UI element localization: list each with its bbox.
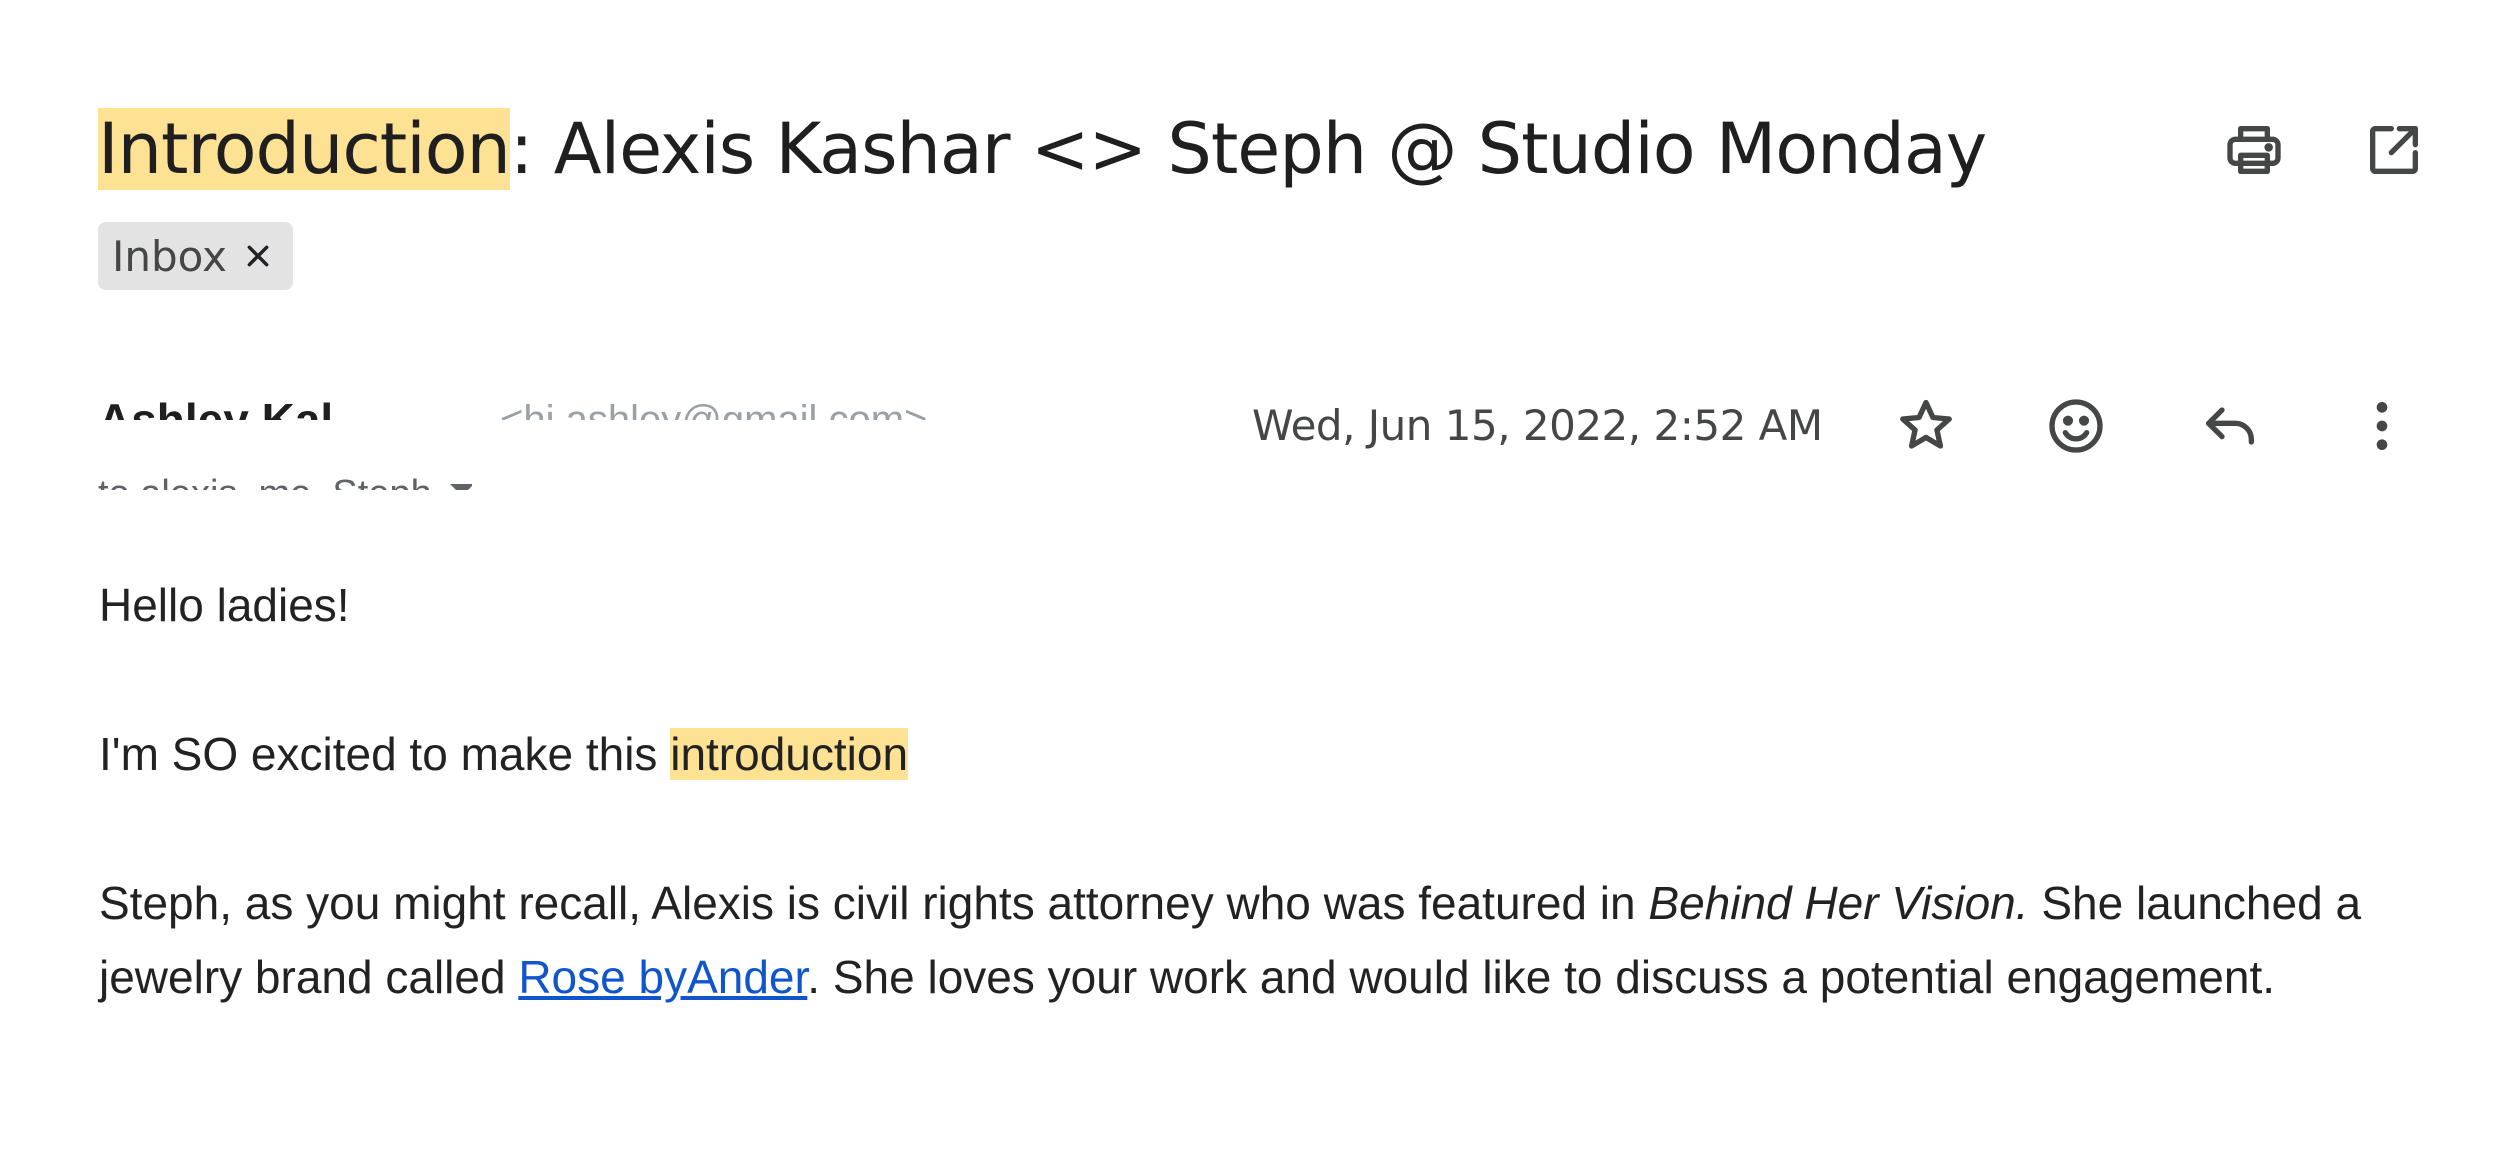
body-greeting: Hello ladies! (99, 579, 350, 631)
label-chip-inbox: Inbox (98, 222, 293, 290)
emoji-icon (2049, 399, 2103, 453)
message-sender-row: Ashley Kal... <hi.ashley@gmail.com> to a… (98, 390, 998, 500)
more-options-button[interactable] (2342, 386, 2422, 466)
sender-email: <hi.ashley@gmail.com> (500, 398, 928, 420)
brand-link[interactable]: Rose byAnder (518, 951, 807, 1003)
star-button[interactable] (1886, 386, 1966, 466)
body-text: . She loves your work and would like to … (807, 951, 2276, 1003)
star-icon (1900, 399, 1952, 449)
search-highlight: Introduction (98, 108, 511, 190)
close-icon (247, 245, 269, 267)
reply-button[interactable] (2190, 386, 2270, 466)
print-all-button[interactable] (2212, 108, 2296, 192)
add-reaction-button[interactable] (2036, 386, 2116, 466)
open-in-new-window-button[interactable] (2352, 108, 2436, 192)
reply-icon (2206, 407, 2254, 445)
message-date: Wed, Jun 15, 2022, 2:52 AM (1252, 401, 1823, 450)
message-body: Hello ladies! I'm SO excited to make thi… (99, 568, 2429, 1014)
body-text: Steph, as you might recall, Alexis is ci… (99, 877, 1649, 929)
subject-text: : Alexis Kashar <> Steph @ Studio Monday (509, 108, 1987, 190)
sender-name[interactable]: Ashley Kal... (98, 390, 372, 420)
remove-label-button[interactable] (241, 239, 275, 273)
label-chip-text: Inbox (112, 231, 227, 281)
more-vert-icon (2376, 402, 2388, 450)
body-italic-title: Behind Her Vision. (1648, 877, 2029, 929)
email-subject: Introduction: Alexis Kashar <> Steph @ S… (98, 94, 1987, 204)
search-highlight: introduction (670, 728, 909, 780)
recipients-text: to alexis, me, Steph (98, 462, 432, 490)
recipients-toggle[interactable]: to alexis, me, Steph (98, 462, 472, 490)
chevron-down-icon (448, 462, 472, 490)
body-text: I'm SO excited to make this (99, 728, 671, 780)
open-in-new-window-icon (2370, 125, 2418, 174)
body-paragraph-3: Steph, as you might recall, Alexis is ci… (99, 866, 2429, 1014)
body-paragraph-2: I'm SO excited to make this introduction (99, 717, 2429, 791)
print-icon (2227, 125, 2281, 174)
